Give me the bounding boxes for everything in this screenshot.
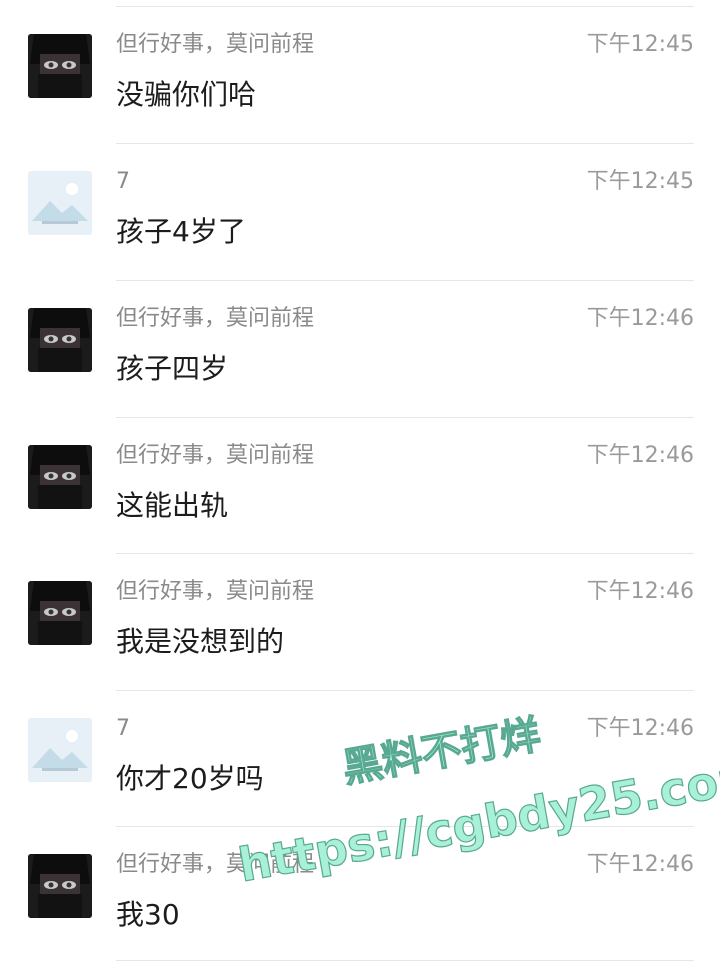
message-time: 下午12:46 bbox=[586, 443, 694, 468]
sender-name: 但行好事，莫问前程 bbox=[116, 579, 315, 604]
message-text: 没骗你们哈 bbox=[116, 78, 257, 111]
dark-portrait-icon bbox=[28, 581, 92, 645]
sender-name: 但行好事，莫问前程 bbox=[116, 32, 315, 57]
dark-portrait-icon bbox=[28, 445, 92, 509]
message-time: 下午12:45 bbox=[586, 32, 694, 57]
dark-portrait-icon bbox=[28, 308, 92, 372]
sender-name: 7 bbox=[116, 716, 130, 741]
list-item[interactable]: 但行好事，莫问前程 下午12:46 孩子四岁 bbox=[0, 281, 720, 418]
list-item[interactable]: 但行好事，莫问前程 下午12:45 没骗你们哈 bbox=[0, 7, 720, 144]
message-text: 我30 bbox=[116, 898, 180, 931]
message-time: 下午12:46 bbox=[586, 716, 694, 741]
message-text: 孩子四岁 bbox=[116, 352, 229, 385]
sender-name: 但行好事，莫问前程 bbox=[116, 306, 315, 331]
message-text: 孩子4岁了 bbox=[116, 215, 246, 248]
list-item[interactable]: 但行好事，莫问前程 下午12:46 这能出轨 bbox=[0, 418, 720, 555]
image-placeholder-icon bbox=[28, 718, 92, 782]
sender-name: 但行好事，莫问前程 bbox=[116, 852, 315, 877]
sender-name: 7 bbox=[116, 169, 130, 194]
avatar[interactable] bbox=[28, 718, 92, 782]
image-placeholder-icon bbox=[28, 171, 92, 235]
message-text: 你才20岁吗 bbox=[116, 762, 264, 795]
list-item[interactable]: 但行好事，莫问前程 下午12:46 我是没想到的 bbox=[0, 554, 720, 691]
avatar[interactable] bbox=[28, 581, 92, 645]
list-item[interactable]: 7 下午12:45 孩子4岁了 bbox=[0, 144, 720, 281]
avatar[interactable] bbox=[28, 34, 92, 98]
message-time: 下午12:46 bbox=[586, 852, 694, 877]
message-time: 下午12:45 bbox=[586, 169, 694, 194]
message-time: 下午12:46 bbox=[586, 306, 694, 331]
avatar[interactable] bbox=[28, 308, 92, 372]
avatar[interactable] bbox=[28, 854, 92, 918]
list-item[interactable]: 但行好事，莫问前程 下午12:46 我30 bbox=[0, 827, 720, 964]
message-time: 下午12:46 bbox=[586, 579, 694, 604]
message-text: 我是没想到的 bbox=[116, 625, 285, 658]
divider bbox=[116, 960, 694, 961]
list-item[interactable]: 7 下午12:46 你才20岁吗 bbox=[0, 691, 720, 828]
sender-name: 但行好事，莫问前程 bbox=[116, 443, 315, 468]
avatar[interactable] bbox=[28, 445, 92, 509]
avatar[interactable] bbox=[28, 171, 92, 235]
message-text: 这能出轨 bbox=[116, 489, 229, 522]
dark-portrait-icon bbox=[28, 34, 92, 98]
dark-portrait-icon bbox=[28, 854, 92, 918]
